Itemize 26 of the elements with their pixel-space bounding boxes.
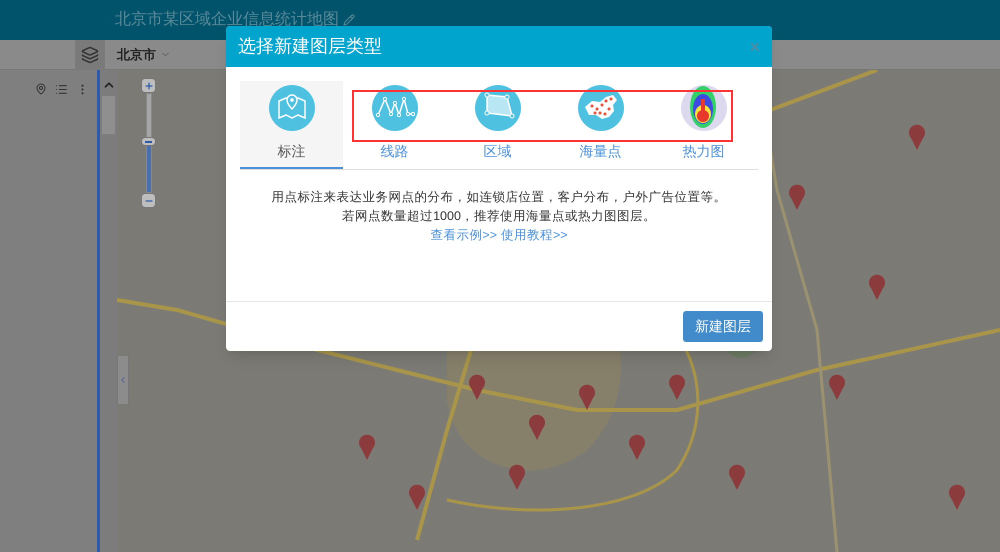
map-title: 北京市某区域企业信息统计地图 — [115, 10, 339, 30]
layers-icon — [81, 46, 99, 64]
china-map-icon — [578, 85, 624, 131]
map-pin-icon — [268, 85, 314, 131]
layer-type-tab[interactable]: 标注 — [240, 81, 343, 169]
layer-type-tab[interactable]: 海量点 — [549, 81, 652, 169]
plus-icon — [144, 80, 154, 90]
dialog-title: 选择新建图层类型 — [238, 35, 382, 58]
city-dropdown[interactable]: 北京市 — [117, 44, 171, 64]
layer-type-tab[interactable]: 区域 — [446, 81, 549, 169]
layer-type-tab[interactable]: 线路 — [343, 81, 446, 169]
zoom-out-button[interactable] — [141, 193, 156, 208]
help-link[interactable]: 使用教程>> — [501, 226, 568, 245]
polygon-icon — [474, 85, 520, 131]
description-text: 用点标注来表达业务网点的分布，如连锁店位置，客户分布，户外广告位置等。 — [272, 189, 726, 206]
zoom-in-button[interactable] — [141, 78, 156, 93]
line-chart-icon — [372, 85, 418, 131]
map-pin-icon[interactable] — [35, 83, 47, 95]
description-text: 若网点数量超过1000，推荐使用海量点或热力图图层。 — [342, 208, 656, 225]
layers-button[interactable] — [75, 40, 105, 70]
edit-icon[interactable] — [343, 14, 355, 26]
heatmap-icon — [680, 85, 726, 131]
zoom-slider[interactable] — [141, 93, 156, 193]
create-layer-button[interactable]: 新建图层 — [683, 311, 763, 342]
layer-type-tab[interactable]: 热力图 — [652, 81, 755, 169]
help-link[interactable]: 查看示例>> — [430, 226, 497, 245]
